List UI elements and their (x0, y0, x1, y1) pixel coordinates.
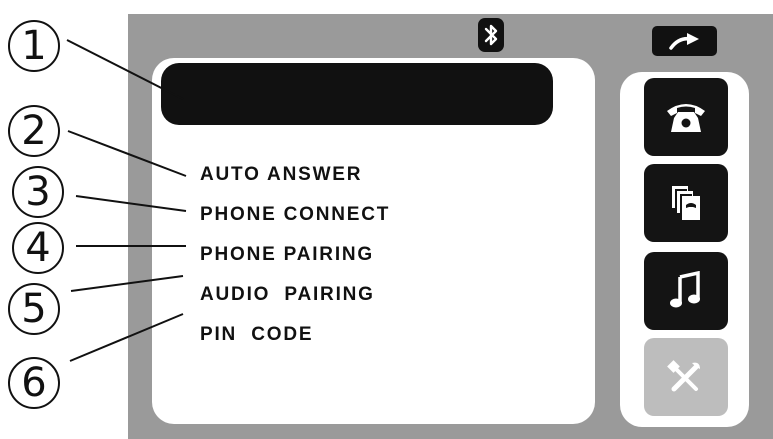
callout-2: 2 (8, 105, 60, 157)
callout-3: 3 (12, 166, 64, 218)
callout-1: 1 (8, 20, 60, 72)
callout-4: 4 (12, 222, 64, 274)
callout-lines (66, 39, 187, 362)
callout-5: 5 (8, 283, 60, 335)
callout-6: 6 (8, 357, 60, 409)
